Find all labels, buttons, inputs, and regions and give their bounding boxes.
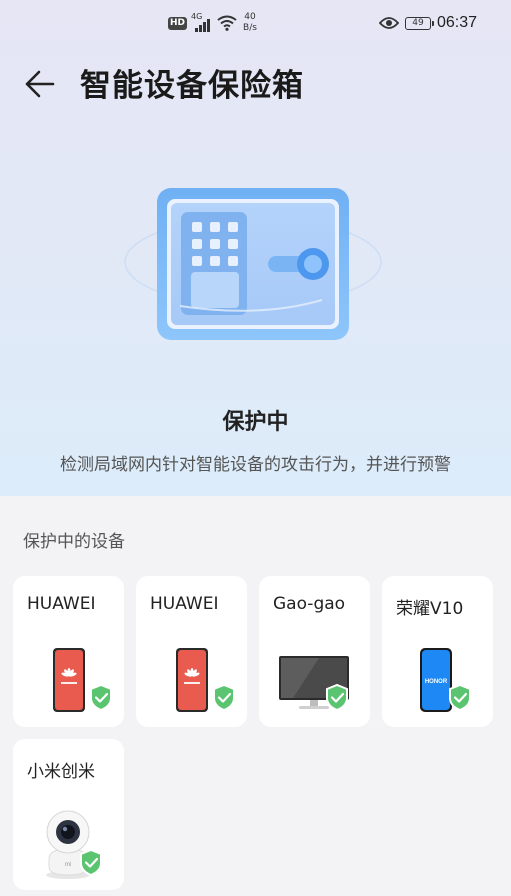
hd-icon: HD bbox=[168, 16, 188, 30]
safe-box-icon bbox=[124, 188, 382, 340]
shield-check-icon bbox=[213, 683, 235, 712]
status-left: HD 4G 40 B/s bbox=[168, 10, 257, 36]
monitor-icon bbox=[279, 656, 349, 712]
camera-icon: mi bbox=[46, 810, 102, 879]
status-right: 49 06:37 bbox=[378, 11, 477, 35]
section-title: 保护中的设备 bbox=[23, 532, 125, 552]
device-card[interactable]: Gao-gao bbox=[259, 576, 370, 727]
page-title: 智能设备保险箱 bbox=[80, 68, 304, 104]
back-arrow-icon bbox=[25, 70, 55, 98]
device-name: HUAWEI bbox=[27, 594, 96, 614]
phone-icon bbox=[53, 648, 112, 712]
net-speed-value: 40 bbox=[244, 12, 256, 22]
clock: 06:37 bbox=[436, 14, 477, 31]
device-name: Gao-gao bbox=[273, 594, 346, 614]
signal-icon: 4G bbox=[191, 12, 213, 32]
protection-description: 检测局域网内针对智能设备的攻击行为，并进行预警 bbox=[60, 455, 451, 475]
eye-icon bbox=[378, 17, 399, 29]
device-card[interactable]: HUAWEI bbox=[136, 576, 247, 727]
net-speed-unit: B/s bbox=[243, 23, 257, 33]
device-name: 荣耀V10 bbox=[396, 599, 464, 619]
device-name: 小米创米 bbox=[27, 762, 95, 782]
device-card[interactable]: 小米创米 mi bbox=[13, 739, 124, 890]
status-bar: HD 4G 40 B/s 49 06:37 bbox=[0, 0, 511, 44]
wifi-icon bbox=[217, 15, 237, 31]
svg-text:mi: mi bbox=[65, 862, 71, 868]
protection-status: 保护中 bbox=[222, 410, 289, 435]
honor-screen-label: HONOR bbox=[425, 679, 448, 685]
phone-icon: HONOR bbox=[420, 648, 471, 712]
device-card[interactable]: 荣耀V10 HONOR bbox=[382, 576, 493, 727]
shield-check-icon bbox=[326, 683, 348, 712]
device-name: HUAWEI bbox=[150, 594, 219, 614]
net-speed: 40 B/s bbox=[243, 12, 257, 34]
battery-icon: 49 bbox=[404, 16, 434, 30]
device-card[interactable]: HUAWEI bbox=[13, 576, 124, 727]
shield-check-icon bbox=[90, 683, 112, 712]
shield-check-icon bbox=[80, 848, 102, 877]
shield-check-icon bbox=[449, 683, 471, 712]
back-button[interactable] bbox=[20, 64, 60, 104]
phone-icon bbox=[176, 648, 235, 712]
